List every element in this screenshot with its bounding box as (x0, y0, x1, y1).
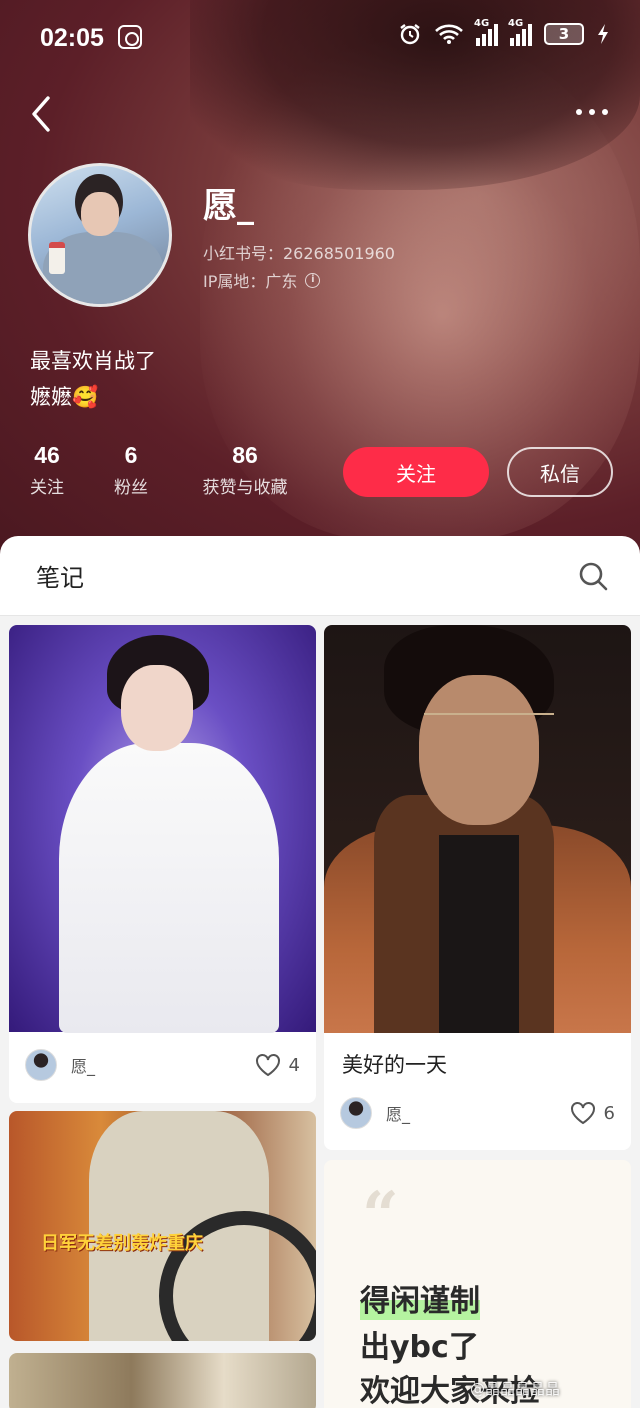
stat-label: 关注 (30, 478, 64, 498)
signal-icon-1: 4G (474, 18, 498, 46)
like-button[interactable]: 4 (255, 1053, 300, 1077)
author-avatar[interactable] (340, 1097, 372, 1129)
charging-icon (598, 24, 608, 44)
ip-location-text: IP属地：广东 (203, 272, 298, 291)
note-card[interactable]: 愿_ 4 (9, 625, 316, 1103)
follow-button[interactable]: 关注 (343, 447, 489, 497)
stat-followers[interactable]: 6 粉丝 (108, 442, 154, 498)
network-type-2: 4G (508, 18, 524, 29)
note-cover-image (324, 625, 631, 1033)
stat-likes-collections[interactable]: 86 获赞与收藏 (192, 442, 298, 498)
more-options-button[interactable] (570, 100, 614, 124)
profile-ip-location: IP属地：广东 i (203, 268, 321, 292)
stat-value: 46 (34, 442, 60, 468)
author-name[interactable]: 愿_ (386, 1101, 410, 1125)
cover-text-line: 出ybc了 (360, 1330, 479, 1365)
signal-icon-2: 4G (508, 18, 532, 46)
cover-text-line: 得闲谨制 (360, 1276, 480, 1320)
author-avatar[interactable] (25, 1049, 57, 1081)
note-card[interactable]: 美好的一天 愿_ 6 (324, 625, 631, 1150)
wifi-icon (435, 24, 463, 44)
note-cover-image (9, 625, 316, 1033)
message-button[interactable]: 私信 (507, 447, 613, 497)
like-count: 4 (288, 1054, 300, 1076)
status-time: 02:05 (40, 24, 104, 52)
tab-notes[interactable]: 笔记 (36, 558, 84, 593)
content-tab-bar: 笔记 (0, 536, 640, 616)
info-icon[interactable]: i (305, 272, 321, 288)
like-button[interactable]: 6 (570, 1101, 615, 1125)
stat-following[interactable]: 46 关注 (24, 442, 70, 498)
battery-level: 3 (558, 25, 570, 43)
like-count: 6 (603, 1102, 615, 1124)
avatar[interactable] (28, 163, 172, 307)
stat-value: 86 (232, 442, 258, 468)
heart-icon (570, 1102, 595, 1125)
profile-name: 愿_ (203, 186, 254, 226)
search-button[interactable] (576, 559, 610, 593)
search-icon (579, 562, 608, 591)
note-cover-image: 日军无差别轰炸重庆 (9, 1111, 316, 1341)
profile-bio: 最喜欢肖战了 嬷嬷🥰 (30, 343, 156, 415)
stat-label: 粉丝 (114, 478, 148, 498)
quote-icon: “ (362, 1178, 399, 1253)
chevron-left-icon (32, 96, 50, 132)
bio-line: 嬷嬷🥰 (30, 385, 99, 409)
app-notification-icon (118, 25, 142, 49)
stat-label: 获赞与收藏 (202, 478, 288, 498)
note-card[interactable]: “ 得闲谨制 出ybc了 欢迎大家来捡 (324, 1160, 631, 1408)
watermark: @晶晶晶晶晶 (470, 1380, 561, 1398)
note-card[interactable]: 日军无差别轰炸重庆 (9, 1111, 316, 1341)
note-title: 美好的一天 (342, 1053, 447, 1077)
bio-line: 最喜欢肖战了 (30, 349, 156, 373)
note-footer: 愿_ 4 (25, 1049, 300, 1081)
cover-caption: 日军无差别轰炸重庆 (41, 1233, 203, 1254)
author-name[interactable]: 愿_ (71, 1053, 95, 1077)
status-bar: 02:05 4G 4G 3 (0, 0, 640, 76)
alarm-icon (400, 24, 420, 45)
note-footer: 愿_ 6 (340, 1097, 615, 1129)
more-dots-icon (576, 109, 582, 115)
back-button[interactable] (26, 94, 60, 134)
battery-icon: 3 (544, 23, 584, 45)
note-cover-image (9, 1353, 316, 1408)
stat-value: 6 (124, 442, 138, 468)
status-icons: 4G 4G 3 (398, 18, 610, 46)
profile-id: 小红书号：26268501960 (203, 244, 395, 263)
network-type-1: 4G (474, 18, 490, 29)
note-card[interactable] (9, 1353, 316, 1408)
heart-icon (255, 1054, 280, 1077)
